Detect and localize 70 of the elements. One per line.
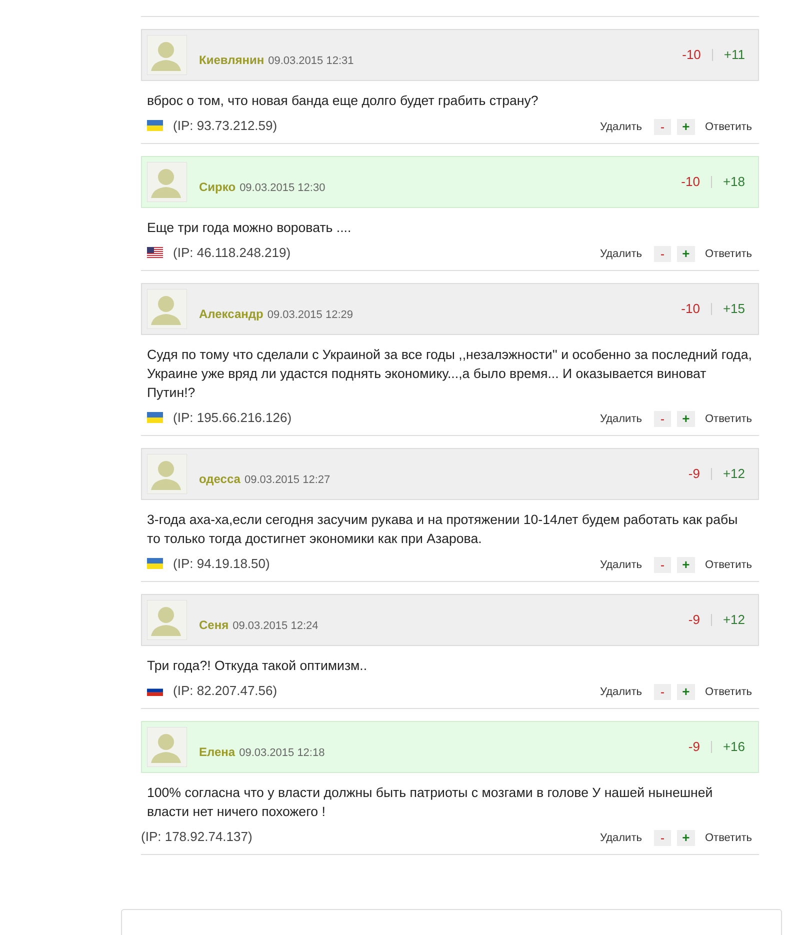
avatar-icon (147, 600, 187, 640)
upvote-button[interactable]: + (676, 556, 695, 573)
reply-link[interactable]: Ответить (704, 118, 752, 135)
like-count: +11 (724, 46, 745, 64)
ip-address: (IP: 46.118.248.219) (173, 244, 291, 262)
reply-link[interactable]: Ответить (704, 246, 752, 262)
reply-link[interactable]: Ответить (704, 556, 752, 573)
avatar-icon (147, 727, 187, 767)
comment-text: Судя по тому что сделали с Украиной за все годы ,,незалэжности'' и особенно за последний года, Украине уже вряд ли удастся поднять экономику...,а было время... И оказывается виноват Путин!? (146, 346, 753, 402)
comment-date: 09.03.2015 12:24 (232, 618, 318, 634)
downvote-button[interactable]: - (654, 410, 671, 427)
comment-text: Три года?! Откуда такой оптимизм.. (146, 657, 368, 675)
downvote-button[interactable]: - (654, 684, 671, 700)
delete-link[interactable]: Удалить (600, 684, 642, 700)
upvote-button[interactable]: + (676, 684, 695, 700)
avatar-icon (147, 35, 187, 75)
comment-date: 09.03.2015 12:29 (267, 308, 353, 323)
ip-address: (IP: 94.19.18.50) (173, 554, 270, 573)
ip-address: (IP: 93.73.212.59) (173, 116, 278, 135)
author-name[interactable]: Киевлянин (199, 50, 264, 69)
author-name[interactable]: одесса (199, 470, 240, 488)
flag-icon (147, 412, 163, 423)
comment-date: 09.03.2015 12:27 (244, 472, 330, 488)
dislike-count: -9 (688, 465, 700, 484)
upvote-button[interactable]: + (676, 246, 695, 262)
ip-address: (IP: 178.92.74.137) (141, 828, 252, 846)
upvote-button[interactable]: + (676, 410, 695, 427)
like-count: +16 (722, 738, 745, 756)
dislike-count: -9 (688, 611, 700, 630)
reply-link[interactable]: Ответить (704, 410, 752, 427)
author-name[interactable]: Сирко (199, 178, 236, 196)
upvote-button[interactable]: + (676, 830, 695, 846)
downvote-button[interactable]: - (654, 556, 671, 573)
dislike-count: -10 (681, 300, 700, 318)
avatar-icon (147, 454, 187, 494)
avatar-icon (147, 162, 187, 202)
downvote-button[interactable]: - (654, 246, 671, 262)
flag-icon (147, 558, 163, 569)
delete-link[interactable]: Удалить (600, 410, 642, 427)
author-name[interactable]: Елена (199, 742, 236, 761)
avatar-icon (147, 289, 187, 329)
dislike-count: -10 (682, 46, 701, 64)
like-count: +18 (722, 173, 745, 192)
ip-address: (IP: 195.66.216.126) (173, 408, 292, 427)
dislike-count: -9 (688, 738, 700, 756)
comment-date: 09.03.2015 12:18 (239, 746, 325, 761)
comment-date: 09.03.2015 12:31 (268, 54, 354, 69)
comment-text: 3-года аха-ха,если сегодня засучим рукава и на протяжении 10-14лет будем работать как рабы то только тогда достигнет экономики как при Азарова. (146, 511, 739, 548)
comment-text: 100% согласна что у власти должны быть патриоты с мозгами в голове У нашей нынешней власти нет ничего похожего ! (146, 784, 714, 821)
comment-date: 09.03.2015 12:30 (240, 180, 326, 196)
author-name[interactable]: Александр (199, 304, 264, 323)
dislike-count: -10 (681, 173, 700, 192)
like-count: +12 (722, 465, 745, 484)
downvote-button[interactable]: - (654, 118, 671, 135)
like-count: +15 (722, 300, 745, 318)
flag-icon (147, 120, 163, 131)
reply-link[interactable]: Ответить (704, 684, 752, 700)
comment-text: вброс о том, что новая банда еще долго будет грабить страну? (146, 92, 540, 110)
delete-link[interactable]: Удалить (600, 246, 642, 262)
ip-address: (IP: 82.207.47.56) (173, 682, 278, 700)
like-count: +12 (722, 611, 745, 630)
delete-link[interactable]: Удалить (600, 556, 642, 573)
author-name[interactable]: Сеня (199, 616, 229, 634)
comment-text: Еще три года можно воровать .... (146, 219, 352, 237)
reply-link[interactable]: Ответить (704, 830, 752, 846)
delete-link[interactable]: Удалить (600, 830, 642, 846)
flag-icon (147, 246, 163, 258)
downvote-button[interactable]: - (654, 830, 671, 846)
delete-link[interactable]: Удалить (600, 118, 642, 135)
upvote-button[interactable]: + (676, 118, 695, 135)
